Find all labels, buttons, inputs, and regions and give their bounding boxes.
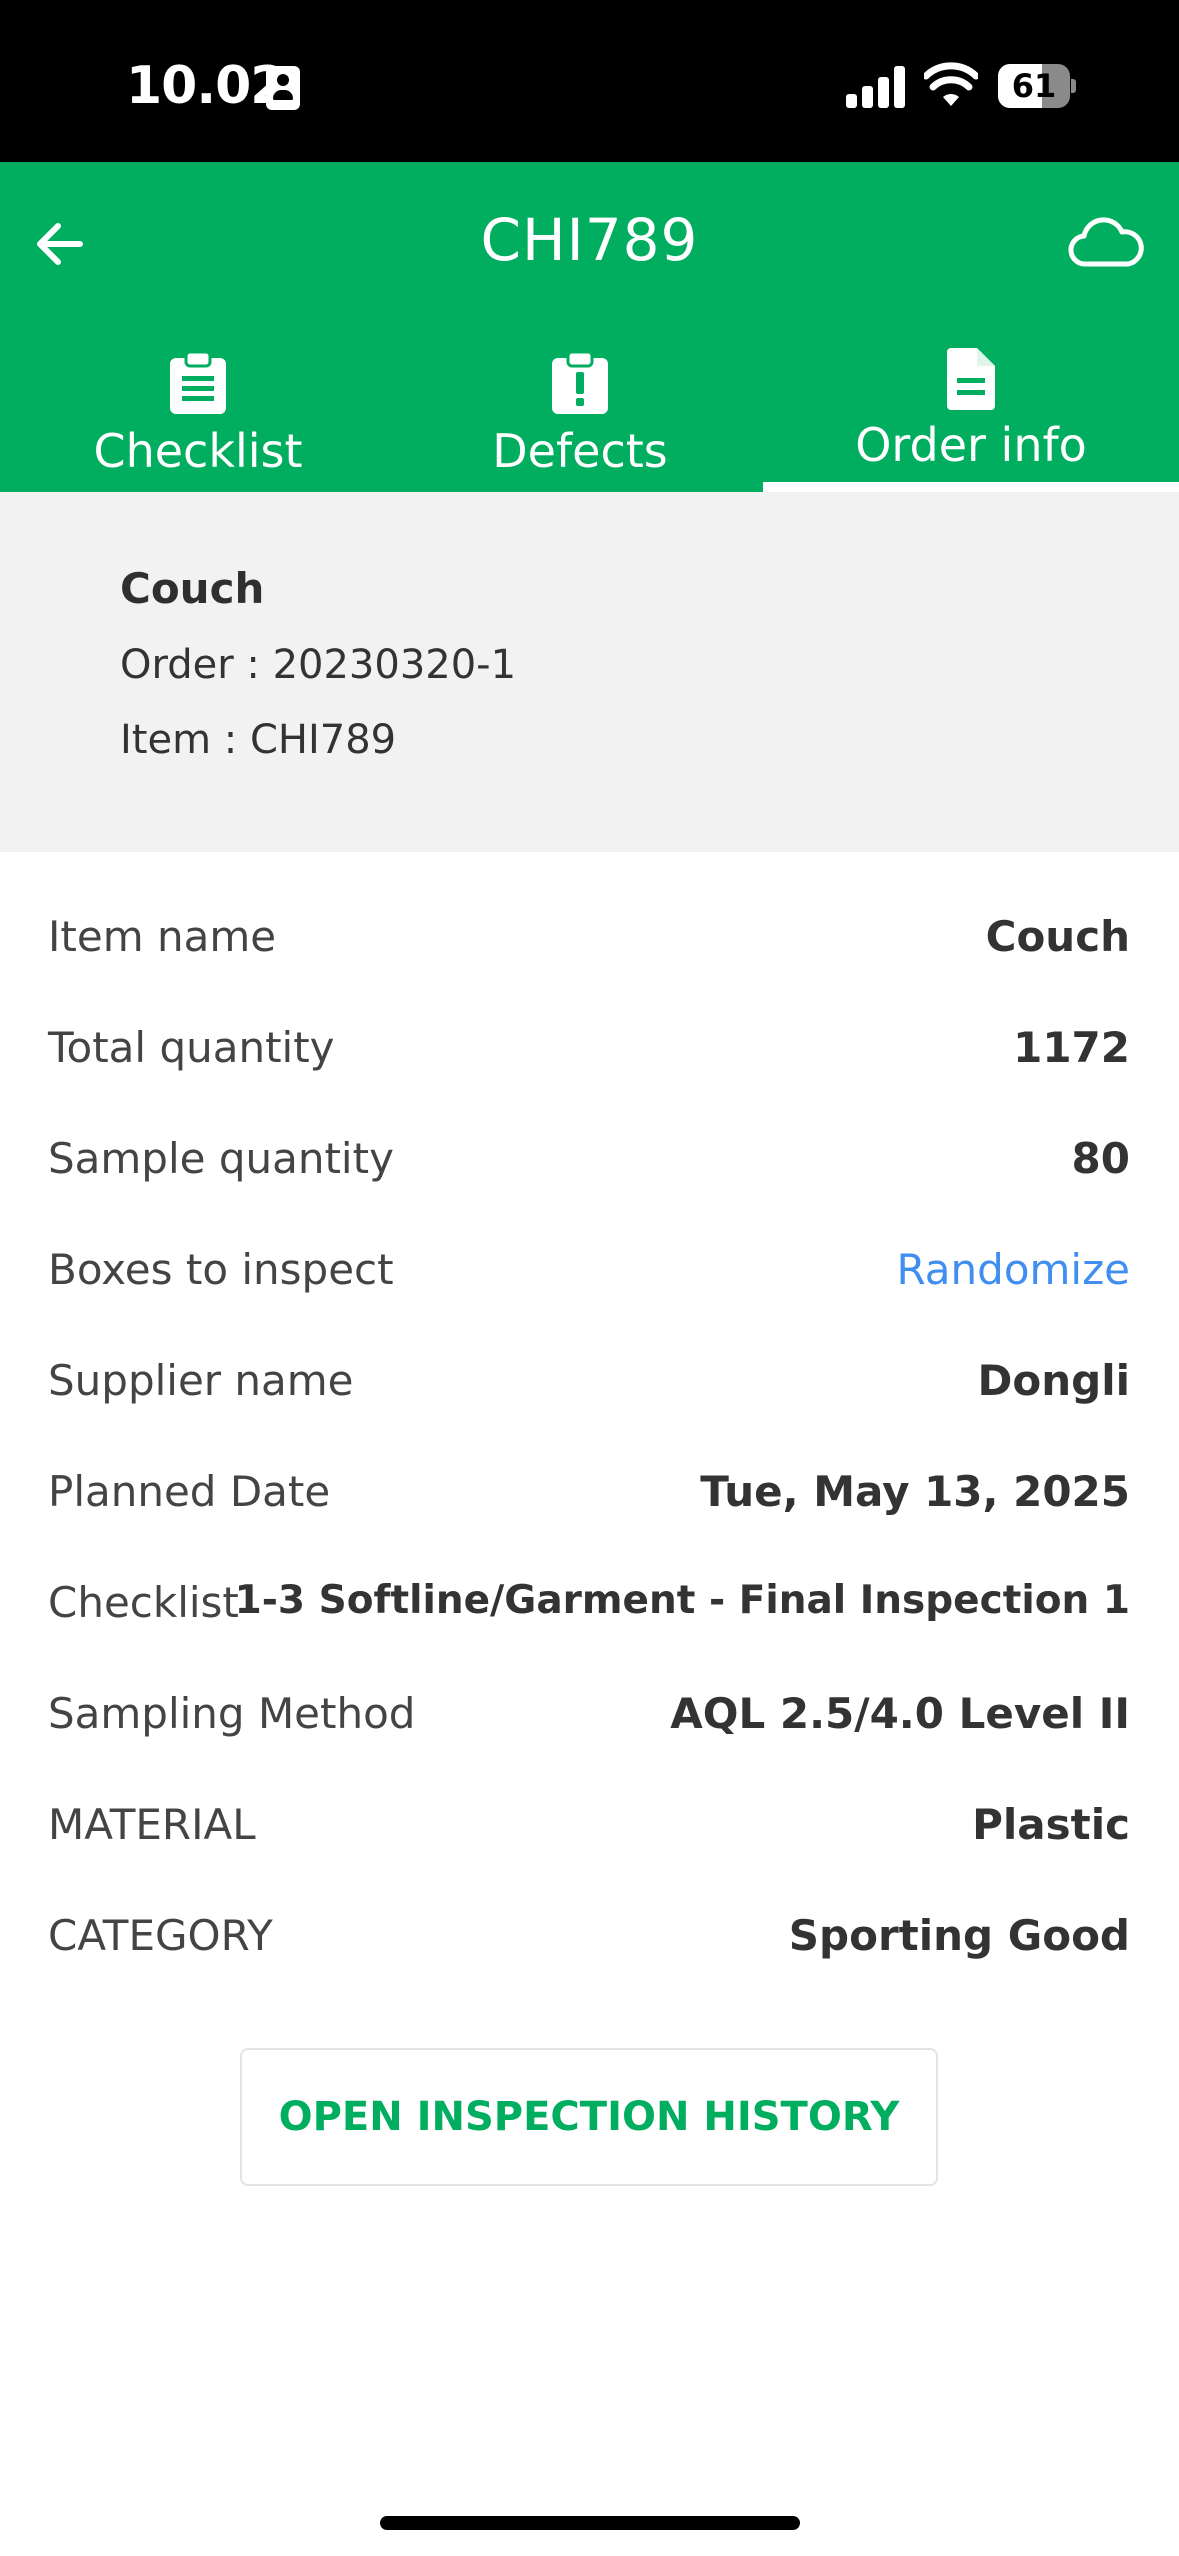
- detail-value: 1172: [1013, 1023, 1130, 1072]
- detail-row-boxes-to-inspect: Boxes to inspect Randomize: [48, 1231, 1130, 1311]
- detail-value: Tue, May 13, 2025: [700, 1467, 1130, 1516]
- detail-label: Sampling Method: [48, 1689, 416, 1738]
- tab-order-info[interactable]: Order info: [763, 332, 1179, 492]
- detail-row-total-quantity: Total quantity 1172: [48, 1009, 1130, 1089]
- clipboard-alert-icon: [552, 352, 608, 414]
- detail-value: Couch: [985, 912, 1130, 961]
- detail-value: Dongli: [977, 1356, 1130, 1405]
- detail-label: Checklist: [48, 1578, 239, 1627]
- randomize-link[interactable]: Randomize: [897, 1245, 1130, 1294]
- active-tab-indicator: [763, 482, 1179, 492]
- tab-label: Checklist: [93, 424, 303, 478]
- sim-card-icon: [266, 66, 300, 110]
- summary-item-name: Couch: [120, 564, 265, 613]
- tab-label: Order info: [855, 418, 1087, 472]
- detail-value: 80: [1071, 1134, 1130, 1183]
- open-inspection-history-button[interactable]: OPEN INSPECTION HISTORY: [240, 2048, 938, 2186]
- detail-label: Boxes to inspect: [48, 1245, 394, 1294]
- detail-row-item-name: Item name Couch: [48, 898, 1130, 978]
- document-icon: [947, 348, 995, 410]
- detail-row-material: MATERIAL Plastic: [48, 1786, 1130, 1866]
- detail-value: Plastic: [972, 1800, 1130, 1849]
- cellular-signal-icon: [846, 66, 906, 108]
- wifi-icon: [924, 62, 978, 106]
- detail-row-checklist: Checklist 1-3 Softline/Garment - Final I…: [48, 1564, 1130, 1644]
- clipboard-list-icon: [170, 352, 226, 414]
- battery-icon: 61: [998, 64, 1076, 108]
- battery-percentage: 61: [1011, 67, 1057, 105]
- detail-label: Sample quantity: [48, 1134, 394, 1183]
- detail-row-sample-quantity: Sample quantity 80: [48, 1120, 1130, 1200]
- detail-row-sampling-method: Sampling Method AQL 2.5/4.0 Level II: [48, 1675, 1130, 1755]
- detail-label: Item name: [48, 912, 277, 961]
- status-bar: 10.02 61: [0, 0, 1179, 162]
- detail-label: Total quantity: [48, 1023, 335, 1072]
- tab-checklist[interactable]: Checklist: [0, 332, 396, 492]
- detail-label: Planned Date: [48, 1467, 331, 1516]
- tab-defects[interactable]: Defects: [380, 332, 780, 492]
- tab-bar: Checklist Defects Order info: [0, 332, 1179, 492]
- order-summary: Couch Order : 20230320-1 Item : CHI789: [0, 492, 1179, 852]
- detail-label: CATEGORY: [48, 1911, 273, 1960]
- page-title: CHI789: [480, 206, 699, 274]
- cloud-icon[interactable]: [1066, 214, 1146, 274]
- detail-value: AQL 2.5/4.0 Level II: [670, 1689, 1130, 1738]
- status-time: 10.02: [126, 56, 286, 116]
- home-indicator[interactable]: [380, 2516, 800, 2530]
- app-header: CHI789 Checklist Defects Order info: [0, 162, 1179, 492]
- summary-item: Item : CHI789: [120, 717, 397, 763]
- detail-row-category: CATEGORY Sporting Good: [48, 1897, 1130, 1977]
- detail-label: Supplier name: [48, 1356, 354, 1405]
- detail-value: Sporting Good: [788, 1911, 1130, 1960]
- detail-row-planned-date: Planned Date Tue, May 13, 2025: [48, 1453, 1130, 1533]
- detail-label: MATERIAL: [48, 1800, 256, 1849]
- tab-label: Defects: [492, 424, 668, 478]
- summary-order: Order : 20230320-1: [120, 642, 517, 688]
- detail-value: 1-3 Softline/Garment - Final Inspection …: [234, 1578, 1130, 1623]
- detail-row-supplier-name: Supplier name Dongli: [48, 1342, 1130, 1422]
